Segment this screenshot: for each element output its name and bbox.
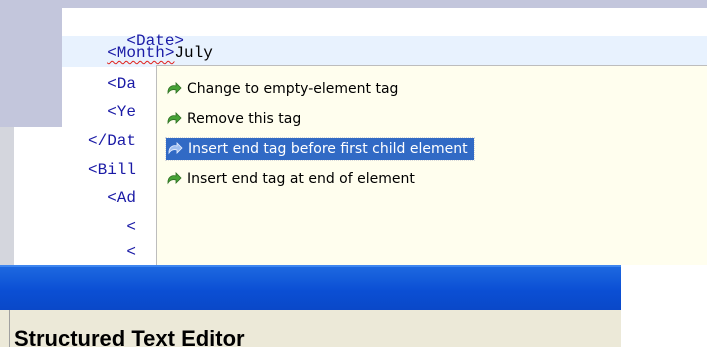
code-line-month[interactable]: <Month>July bbox=[88, 43, 213, 63]
code-line-day[interactable]: <Da bbox=[88, 74, 136, 94]
code-line-child-1[interactable]: < bbox=[88, 217, 136, 237]
quick-fix-insert-end-tag-at-end[interactable]: Insert end tag at end of element bbox=[165, 168, 421, 190]
code-line-bill[interactable]: <Bill bbox=[88, 160, 136, 180]
code-line-address[interactable]: <Ad bbox=[88, 188, 136, 208]
quick-fix-insert-end-tag-before-first-child[interactable]: Insert end tag before first child elemen… bbox=[165, 137, 475, 161]
month-value: July bbox=[174, 44, 213, 62]
month-tag-with-error: <Month> bbox=[107, 44, 175, 62]
background-right-area bbox=[621, 265, 707, 347]
quick-fix-popup: Change to empty-element tag Remove this … bbox=[156, 65, 707, 265]
background-left-strip bbox=[0, 127, 14, 267]
quick-fix-arrow-icon bbox=[165, 111, 183, 127]
quick-fix-arrow-icon bbox=[166, 141, 184, 157]
code-line-date-close[interactable]: </Dat bbox=[88, 131, 136, 151]
quick-fix-arrow-icon bbox=[165, 81, 183, 97]
window-heading: Structured Text Editor bbox=[14, 326, 245, 347]
code-line-year[interactable]: <Ye bbox=[88, 102, 136, 122]
background-left-panel bbox=[0, 0, 62, 127]
code-line-child-2[interactable]: < bbox=[88, 242, 136, 262]
window-left-edge bbox=[0, 310, 10, 347]
quick-fix-change-to-empty-element[interactable]: Change to empty-element tag bbox=[165, 78, 404, 100]
quick-fix-remove-tag[interactable]: Remove this tag bbox=[165, 108, 307, 130]
background-top-band bbox=[0, 0, 707, 8]
quick-fix-arrow-icon bbox=[165, 171, 183, 187]
window-title-bar[interactable] bbox=[0, 265, 621, 310]
